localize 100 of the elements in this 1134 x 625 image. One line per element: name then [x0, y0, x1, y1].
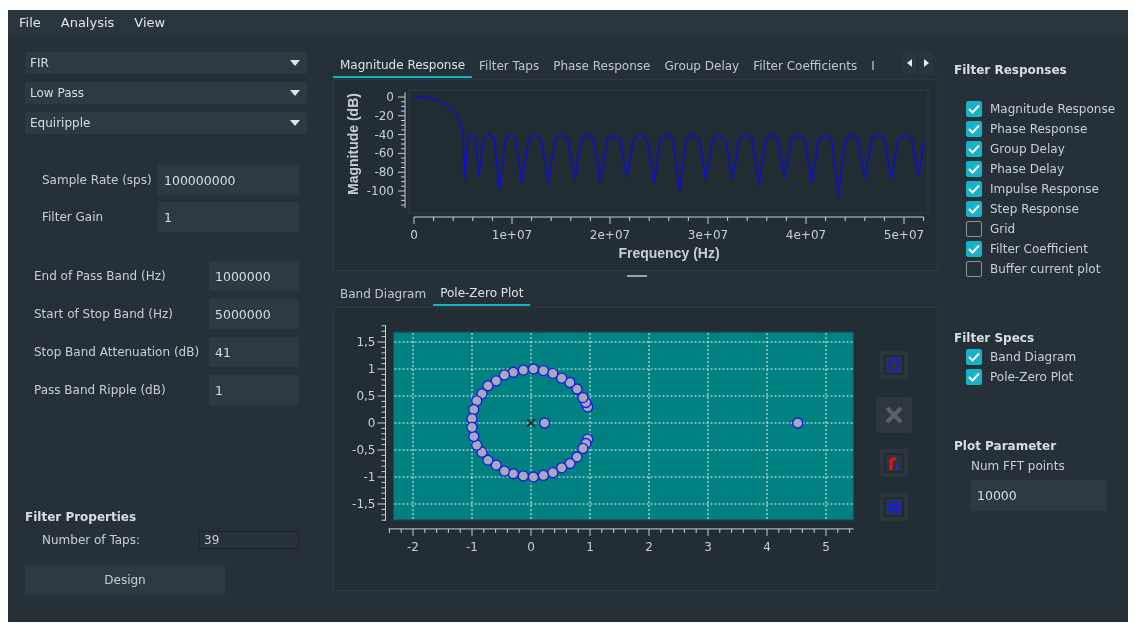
- tool-button[interactable]: [880, 351, 908, 379]
- checkbox-label[interactable]: Pole-Zero Plot: [990, 370, 1074, 384]
- tool-button[interactable]: [880, 449, 908, 477]
- zero-marker: [466, 421, 478, 433]
- taps-field: 39: [199, 531, 299, 549]
- checkbox[interactable]: [966, 201, 982, 217]
- scroll-left-button[interactable]: [903, 52, 917, 74]
- dropdown-arrow-icon: [290, 90, 300, 96]
- zero-marker: [490, 459, 502, 471]
- tick-label: 1: [586, 539, 594, 554]
- dropdown[interactable]: Low Pass: [25, 82, 307, 104]
- input-field[interactable]: 100000000: [158, 165, 299, 195]
- tool-button[interactable]: [880, 493, 908, 521]
- tab[interactable]: Filter Taps: [472, 54, 547, 78]
- tick-label: 3: [704, 539, 712, 554]
- input-field[interactable]: 41: [209, 337, 299, 367]
- scroll-right-button[interactable]: [919, 52, 933, 74]
- tab[interactable]: Band Diagram: [333, 282, 434, 306]
- pole-marker: [526, 418, 536, 428]
- tick-label: 5: [822, 539, 830, 554]
- checkbox[interactable]: [966, 121, 982, 137]
- dropdown-arrow-icon: [290, 60, 300, 66]
- section-title: Filter Specs: [954, 331, 1036, 345]
- zero-marker: [571, 383, 583, 395]
- zero-marker: [468, 430, 480, 443]
- zero-marker: [571, 451, 583, 463]
- tab[interactable]: I: [864, 54, 882, 78]
- tick-label: 0: [527, 539, 535, 554]
- design-button[interactable]: Design: [25, 565, 225, 595]
- checkbox-label[interactable]: Filter Coefficient: [990, 242, 1088, 256]
- field-label: Stop Band Attenuation (dB): [33, 345, 201, 359]
- tab[interactable]: Group Delay: [657, 54, 747, 78]
- section-title: Plot Parameter: [954, 439, 1058, 453]
- tick-label: 1,5: [356, 335, 376, 349]
- input-field[interactable]: 1: [209, 375, 299, 405]
- zero-marker: [556, 372, 568, 384]
- tick-label: -80: [374, 165, 394, 180]
- checkbox[interactable]: [966, 181, 982, 197]
- checkbox-label[interactable]: Phase Response: [990, 122, 1088, 136]
- checkbox[interactable]: [966, 369, 982, 385]
- checkbox-label[interactable]: Band Diagram: [990, 350, 1077, 364]
- zero-marker: [538, 417, 551, 429]
- zero-marker: [527, 471, 539, 483]
- checkbox-label[interactable]: Grid: [990, 222, 1016, 236]
- field-label: Number of Taps:: [41, 533, 141, 547]
- menu-item[interactable]: Analysis: [60, 15, 115, 30]
- tab[interactable]: Phase Response: [546, 54, 658, 78]
- zero-marker: [792, 417, 804, 429]
- tick-label: 1e+07: [491, 228, 533, 242]
- tick-label: 2: [645, 539, 653, 554]
- field-label: Start of Stop Band (Hz): [33, 307, 174, 321]
- tick-label: -2: [407, 539, 419, 554]
- dropdown-arrow-icon: [290, 120, 300, 126]
- checkbox[interactable]: [966, 161, 982, 177]
- zero-marker: [517, 470, 529, 482]
- zero-marker: [482, 454, 494, 466]
- checkbox[interactable]: [966, 101, 982, 117]
- tick-label: 0: [386, 90, 394, 104]
- tick-label: 4: [763, 539, 771, 554]
- zero-marker: [468, 403, 480, 416]
- field-label: Sample Rate (sps): [41, 173, 153, 187]
- zero-marker: [564, 376, 576, 389]
- checkbox[interactable]: [966, 241, 982, 257]
- zero-marker: [490, 375, 502, 387]
- cross-icon: [884, 405, 904, 425]
- zero-marker: [471, 439, 483, 451]
- tick-label: -40: [374, 127, 394, 142]
- zero-marker: [537, 364, 550, 377]
- dropdown[interactable]: Equiripple: [25, 112, 307, 134]
- checkbox-label[interactable]: Buffer current plot: [990, 262, 1101, 276]
- zero-marker: [547, 467, 559, 479]
- input-field[interactable]: 5000000: [209, 299, 299, 329]
- zero-marker: [547, 367, 559, 379]
- zero-marker: [527, 363, 539, 375]
- field-label: Filter Gain: [41, 210, 105, 224]
- zero-marker: [564, 457, 576, 470]
- menu-item[interactable]: View: [134, 15, 166, 30]
- input-field[interactable]: 1000000: [209, 261, 299, 291]
- section-title: Filter Responses: [954, 63, 1068, 77]
- hash-icon: [884, 497, 904, 517]
- checkbox[interactable]: [966, 261, 982, 277]
- zero-marker: [577, 391, 589, 404]
- dropdown[interactable]: FIR: [25, 52, 307, 74]
- input-field[interactable]: 1: [158, 202, 299, 232]
- tick-label: -1: [363, 470, 376, 484]
- zero-marker: [471, 395, 483, 407]
- checkbox[interactable]: [966, 349, 982, 365]
- tab[interactable]: Filter Coefficients: [746, 54, 865, 78]
- tick-label: 5e+07: [883, 228, 925, 242]
- zero-marker: [517, 364, 529, 376]
- checkbox-label[interactable]: Group Delay: [990, 142, 1065, 156]
- checkbox-label[interactable]: Step Response: [990, 202, 1079, 216]
- zero-marker: [556, 462, 568, 474]
- checkbox-label[interactable]: Magnitude Response: [990, 102, 1116, 116]
- checkbox[interactable]: [966, 141, 982, 157]
- menu-item[interactable]: File: [19, 15, 41, 30]
- checkbox-label[interactable]: Impulse Response: [990, 182, 1099, 196]
- checkbox[interactable]: [966, 221, 982, 237]
- checkbox-label[interactable]: Phase Delay: [990, 162, 1065, 176]
- input-field[interactable]: 10000: [971, 480, 1106, 511]
